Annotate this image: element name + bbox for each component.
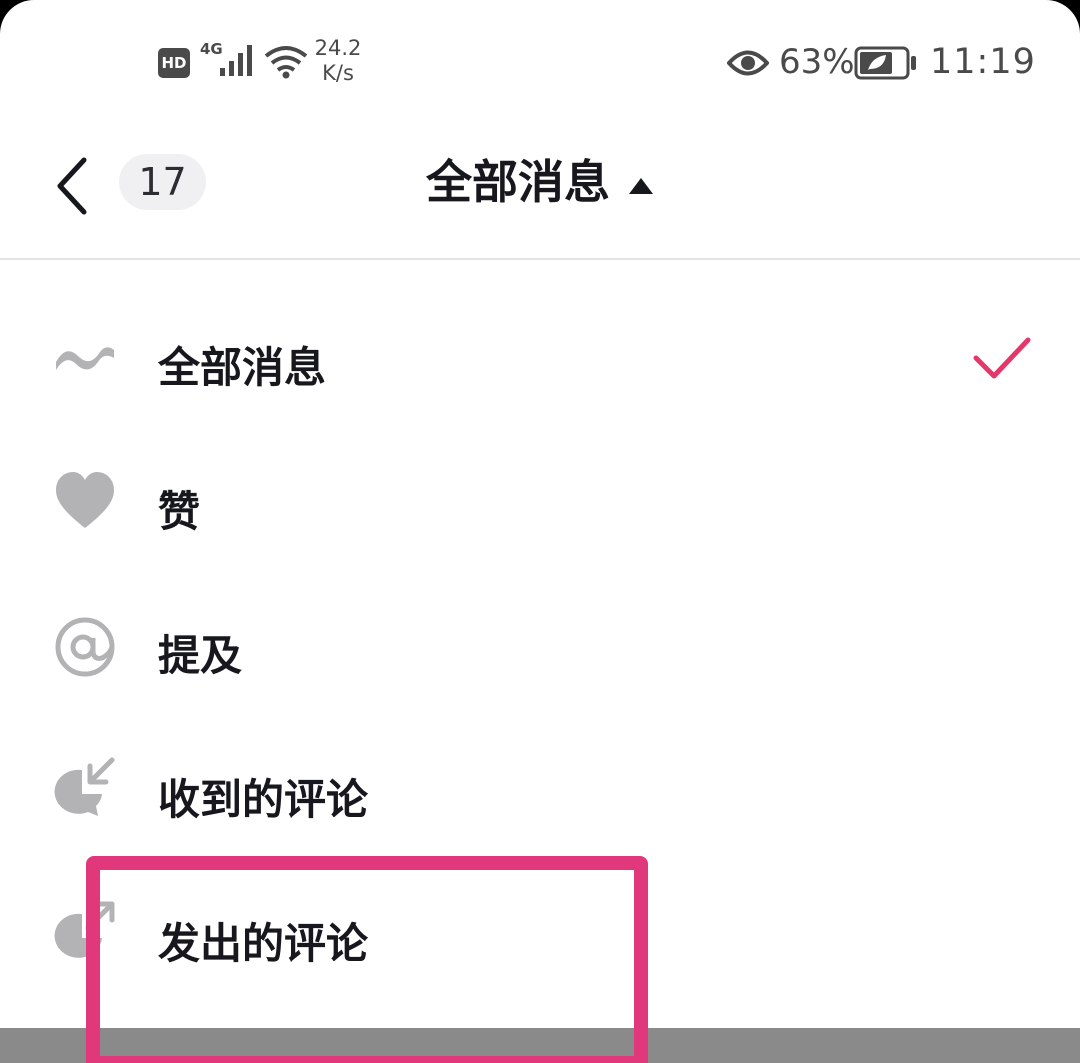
backdrop-overlay[interactable] xyxy=(0,1028,1080,1063)
eye-comfort-icon xyxy=(727,50,769,76)
clock: 11:19 xyxy=(930,42,1036,82)
menu-item-mentions[interactable]: 提及 xyxy=(0,576,1080,720)
message-filter-sheet: HD 4G 24.2 K/s 63% 11:19 17 全部消息 全部消息 赞 … xyxy=(0,0,1080,1063)
filter-dropdown[interactable]: 全部消息 xyxy=(0,150,1080,214)
checkmark-icon xyxy=(973,337,1031,379)
menu-label-sent-comments: 发出的评论 xyxy=(158,919,369,968)
menu-label-mentions: 提及 xyxy=(158,631,243,680)
menu-item-sent-comments[interactable]: 发出的评论 xyxy=(0,864,1080,1008)
battery-percent: 63% xyxy=(779,42,855,82)
wave-icon xyxy=(56,347,114,370)
menu-label-all-messages: 全部消息 xyxy=(158,343,327,392)
page-title: 全部消息 xyxy=(426,155,610,209)
battery-icon xyxy=(854,46,916,80)
header: 17 全部消息 xyxy=(0,120,1080,260)
comment-sent-icon xyxy=(54,901,115,960)
comment-received-icon xyxy=(54,757,115,816)
at-icon xyxy=(55,617,115,677)
status-bar: HD 4G 24.2 K/s 63% 11:19 xyxy=(0,0,1080,120)
menu-item-received-comments[interactable]: 收到的评论 xyxy=(0,720,1080,864)
wifi-icon xyxy=(264,46,308,79)
menu-item-all-messages[interactable]: 全部消息 xyxy=(0,288,1080,432)
menu-item-likes[interactable]: 赞 xyxy=(0,432,1080,576)
caret-up-icon xyxy=(629,177,653,194)
signal-icon xyxy=(220,45,252,76)
network-speed: 24.2 K/s xyxy=(312,36,364,86)
menu-label-received-comments: 收到的评论 xyxy=(158,775,369,824)
speed-unit: K/s xyxy=(322,61,354,85)
menu-label-likes: 赞 xyxy=(158,487,201,536)
heart-icon xyxy=(56,472,114,528)
speed-value: 24.2 xyxy=(314,36,362,60)
hd-badge: HD xyxy=(158,48,190,78)
